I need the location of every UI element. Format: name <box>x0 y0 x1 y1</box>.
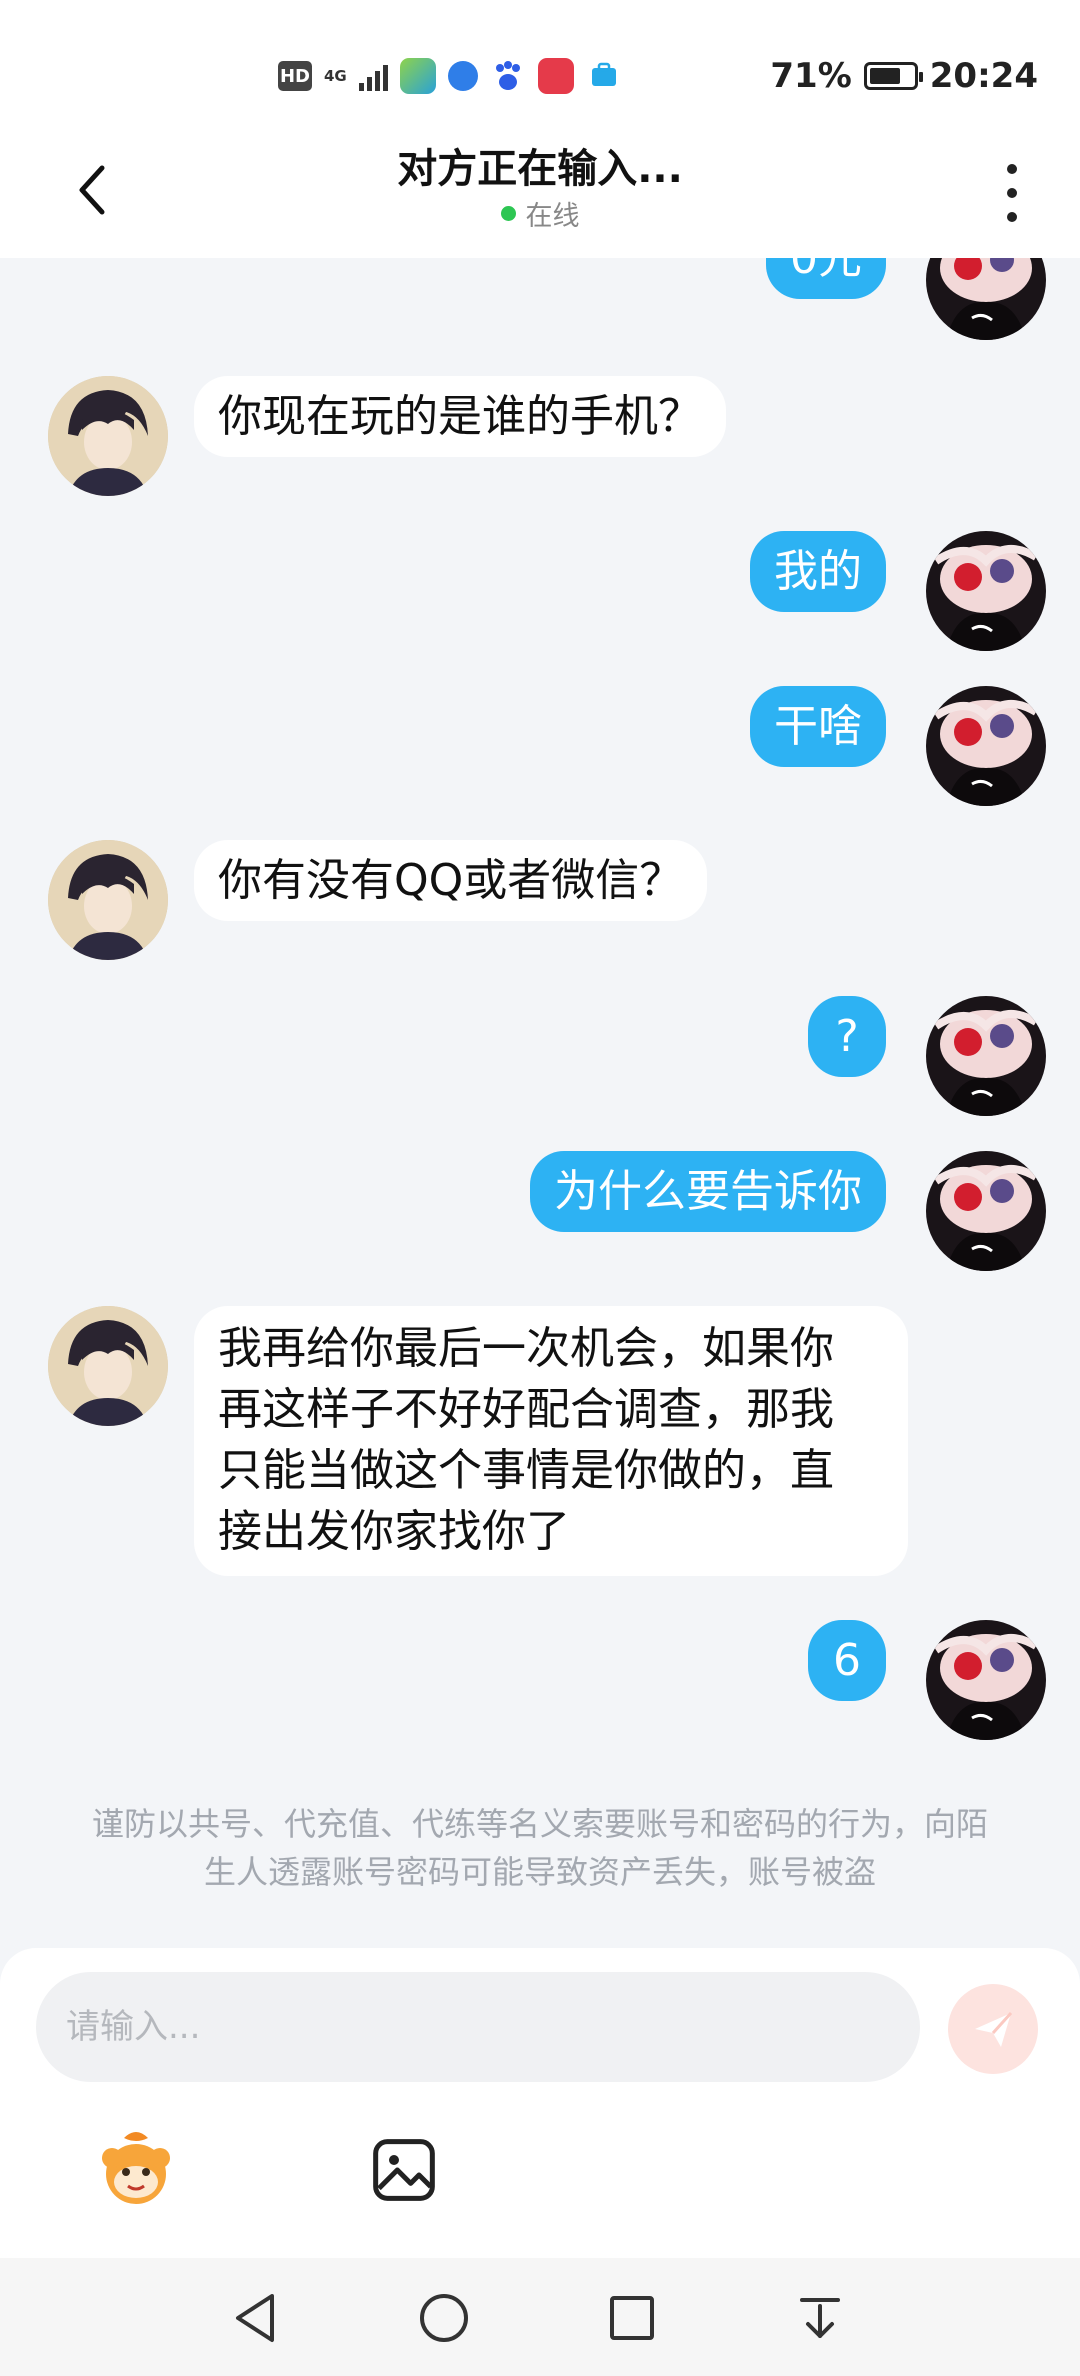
online-status-label: 在线 <box>525 201 580 232</box>
battery-icon <box>863 62 923 90</box>
message-bubble-outgoing[interactable]: 为什么要告诉你 <box>530 1151 886 1232</box>
contact-avatar[interactable] <box>48 840 168 960</box>
send-button[interactable] <box>948 1984 1038 2074</box>
nav-home-button[interactable] <box>404 2278 484 2358</box>
chat-title: 对方正在输入... <box>397 146 683 192</box>
recents-square-icon <box>610 2296 654 2340</box>
emoji-mascot-icon <box>102 2132 170 2204</box>
baidu-paw-icon <box>490 58 526 94</box>
home-circle-icon <box>420 2294 468 2342</box>
nav-notification-button[interactable] <box>780 2278 860 2358</box>
book-app-icon <box>537 58 574 94</box>
my-avatar[interactable] <box>926 1151 1046 1271</box>
message-list[interactable]: 0元 你现在玩的是谁的手机？ 我的 干啥 你有没有QQ或者微信？ ? 为什么要告… <box>0 258 1080 1948</box>
more-options-button[interactable] <box>992 158 1032 228</box>
security-notice: 谨防以共号、代充值、代练等名义索要账号和密码的行为，向陌生人透露账号密码可能导致… <box>91 1805 988 1891</box>
my-avatar[interactable] <box>926 1620 1046 1740</box>
my-avatar[interactable] <box>926 996 1046 1116</box>
my-avatar[interactable] <box>926 531 1046 651</box>
sim-app-icon <box>399 58 436 94</box>
network-type-label: 4G <box>324 67 347 85</box>
browser-app-icon <box>447 61 478 91</box>
message-composer <box>0 1948 1080 2258</box>
hd-badge: HD <box>278 61 312 91</box>
contact-avatar[interactable] <box>48 1306 168 1426</box>
image-icon <box>373 2139 435 2201</box>
my-avatar[interactable] <box>926 686 1046 806</box>
message-bubble-outgoing[interactable]: 6 <box>808 1620 886 1701</box>
online-status: 在线 <box>0 194 1080 233</box>
contact-avatar[interactable] <box>48 376 168 496</box>
clock: 20:24 <box>929 56 1038 96</box>
message-bubble-incoming[interactable]: 我再给你最后一次机会，如果你 再这样子不好好配合调查，那我 只能当做这个事情是你… <box>194 1306 908 1576</box>
notification-pulldown-icon <box>800 2298 840 2338</box>
status-bar: HD 4G 71% 20:24 <box>0 0 1080 140</box>
system-navigation-bar <box>0 2258 1080 2376</box>
message-bubble-outgoing[interactable]: 0元 <box>766 258 886 299</box>
message-input[interactable] <box>36 1972 920 2082</box>
emoji-button[interactable] <box>94 2128 178 2212</box>
status-icons-left: HD 4G <box>278 54 622 98</box>
nav-back-button[interactable] <box>216 2278 296 2358</box>
back-triangle-icon <box>236 2294 274 2342</box>
battery-percent: 71% <box>770 56 852 96</box>
message-bubble-incoming[interactable]: 你现在玩的是谁的手机？ <box>194 376 726 457</box>
message-bubble-outgoing[interactable]: 干啥 <box>750 686 886 767</box>
message-bubble-outgoing[interactable]: 我的 <box>750 531 886 612</box>
briefcase-app-icon <box>586 58 622 94</box>
chat-header: 对方正在输入... 在线 <box>0 140 1080 258</box>
online-dot-icon <box>500 206 516 221</box>
send-plane-icon <box>975 2011 1013 2047</box>
nav-recents-button[interactable] <box>592 2278 672 2358</box>
status-icons-right: 71% 20:24 <box>770 52 1038 100</box>
image-button[interactable] <box>362 2128 446 2212</box>
my-avatar[interactable] <box>926 258 1046 340</box>
message-bubble-outgoing[interactable]: ? <box>808 996 886 1077</box>
signal-icon <box>358 61 388 91</box>
message-bubble-incoming[interactable]: 你有没有QQ或者微信？ <box>194 840 708 921</box>
more-vertical-icon <box>1007 164 1017 174</box>
